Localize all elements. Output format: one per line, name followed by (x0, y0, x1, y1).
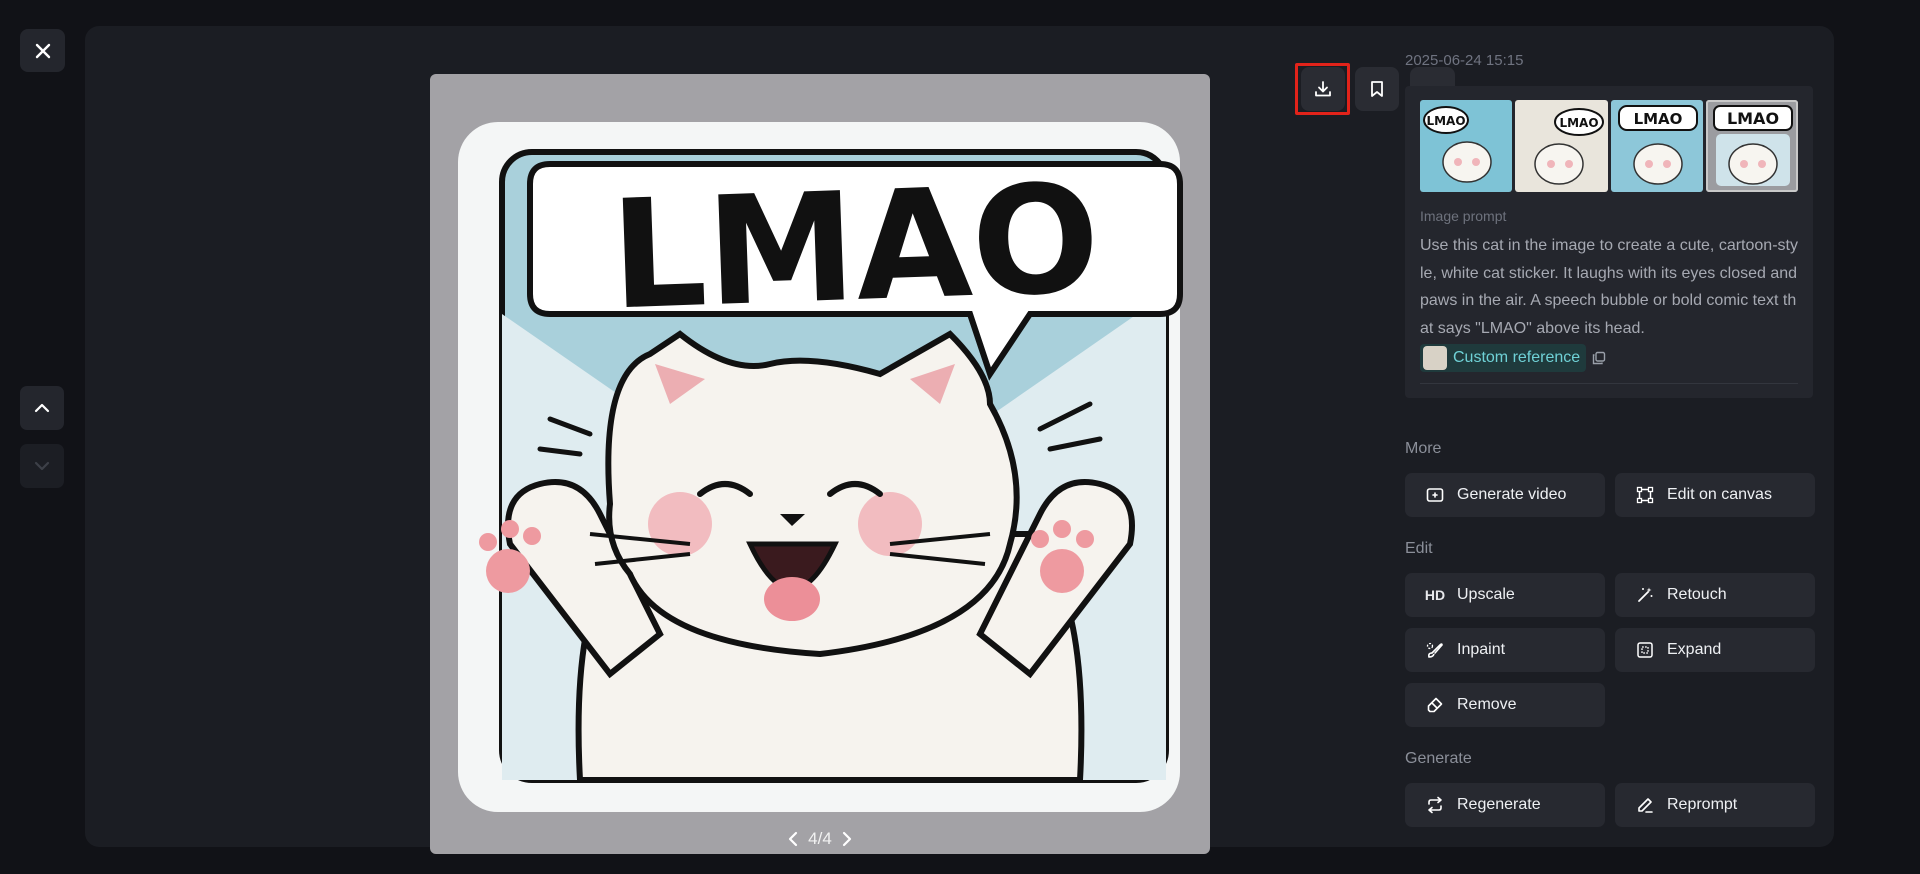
thumbnail-caption: LMAO (1633, 110, 1682, 128)
cat-sticker-image: LMAO (458, 122, 1183, 812)
hd-icon: HD (1424, 587, 1446, 603)
reprompt-label: Reprompt (1667, 796, 1738, 813)
main-image: LMAO 4/4 (430, 74, 1210, 854)
brush-icon (1425, 641, 1445, 659)
thumbnail-strip: LMAO LMAO LMAO LMAO (1420, 100, 1798, 192)
inpaint-label: Inpaint (1457, 641, 1506, 658)
thumbnail-4-selected[interactable]: LMAO (1705, 100, 1798, 192)
upscale-label: Upscale (1457, 586, 1515, 603)
thumbnail-caption: LMAO (1560, 116, 1599, 130)
expand-icon (1635, 641, 1655, 659)
prompt-label: Image prompt (1420, 208, 1507, 224)
expand-label: Expand (1667, 641, 1722, 658)
reprompt-button[interactable]: Reprompt (1615, 783, 1815, 827)
custom-reference-label: Custom reference (1453, 349, 1581, 366)
download-button[interactable] (1301, 67, 1345, 111)
chevron-down-icon (34, 461, 50, 471)
section-generate-title: Generate (1405, 750, 1472, 767)
retouch-label: Retouch (1667, 586, 1727, 603)
thumbnail-3[interactable]: LMAO (1610, 100, 1703, 192)
download-icon (1315, 81, 1331, 97)
regenerate-label: Regenerate (1457, 796, 1541, 813)
bookmark-button[interactable] (1355, 67, 1399, 111)
eraser-icon (1425, 696, 1445, 714)
thumbnail-caption: LMAO (1426, 114, 1465, 128)
inpaint-button[interactable]: Inpaint (1405, 628, 1605, 672)
copy-icon[interactable] (1592, 351, 1606, 365)
custom-reference-chip[interactable]: Custom reference (1420, 344, 1587, 372)
next-item-button[interactable] (20, 444, 64, 488)
generate-video-label: Generate video (1457, 486, 1567, 503)
page-indicator: 4/4 (808, 829, 832, 848)
generate-video-button[interactable]: Generate video (1405, 473, 1605, 517)
thumbnail-1[interactable]: LMAO (1420, 100, 1513, 192)
thumbnail-caption: LMAO (1727, 109, 1779, 128)
card-divider (1420, 383, 1798, 384)
prompt-text: Use this cat in the image to create a cu… (1420, 237, 1798, 337)
chevron-up-icon (34, 403, 50, 413)
pager-previous-icon[interactable] (788, 831, 798, 847)
upscale-button[interactable]: HD Upscale (1405, 573, 1605, 617)
pager-next-icon[interactable] (842, 831, 852, 847)
reference-thumbnail (1423, 346, 1447, 370)
section-edit-title: Edit (1405, 540, 1433, 557)
sticker-caption: LMAO (608, 153, 1102, 344)
edit-on-canvas-label: Edit on canvas (1667, 486, 1772, 503)
image-pager: 4/4 (430, 829, 1210, 849)
thumbnail-2[interactable]: LMAO (1515, 100, 1608, 192)
expand-button[interactable]: Expand (1615, 628, 1815, 672)
bookmark-icon (1371, 81, 1383, 97)
reference-row: Custom reference (1420, 344, 1798, 372)
repeat-icon (1425, 796, 1445, 814)
previous-item-button[interactable] (20, 386, 64, 430)
close-icon (35, 43, 50, 58)
section-more-title: More (1405, 440, 1442, 457)
edit-on-canvas-button[interactable]: Edit on canvas (1615, 473, 1815, 517)
magic-wand-icon (1635, 586, 1655, 604)
remove-button[interactable]: Remove (1405, 683, 1605, 727)
video-plus-icon (1425, 487, 1445, 503)
close-button[interactable] (20, 29, 65, 72)
retouch-button[interactable]: Retouch (1615, 573, 1815, 617)
remove-label: Remove (1457, 696, 1517, 713)
regenerate-button[interactable]: Regenerate (1405, 783, 1605, 827)
timestamp: 2025-06-24 15:15 (1405, 52, 1524, 69)
prompt-card: LMAO LMAO LMAO LMAO Image prompt Use thi… (1405, 86, 1813, 398)
pencil-icon (1635, 796, 1655, 814)
canvas-icon (1635, 486, 1655, 504)
